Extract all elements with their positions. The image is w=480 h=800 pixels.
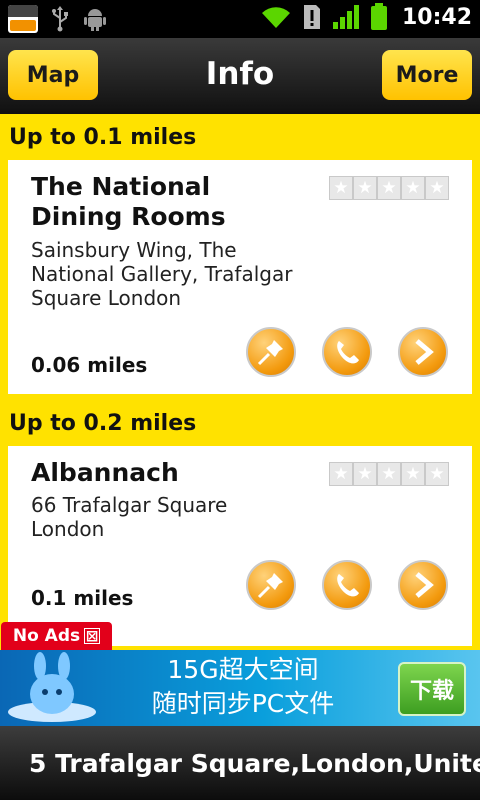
star-icon: ★ — [401, 462, 425, 486]
star-icon: ★ — [377, 176, 401, 200]
call-button[interactable] — [322, 327, 372, 377]
signal-icon — [332, 5, 359, 29]
current-address: 5 Trafalgar Square,London,United — [29, 748, 480, 778]
details-button[interactable] — [398, 327, 448, 377]
place-actions — [246, 327, 448, 377]
star-icon: ★ — [425, 176, 449, 200]
star-icon: ★ — [329, 176, 353, 200]
clock: 10:42 — [401, 4, 472, 30]
phone-icon — [337, 341, 359, 364]
usb-icon — [52, 6, 68, 32]
star-icon: ★ — [401, 176, 425, 200]
call-button[interactable] — [322, 560, 372, 610]
star-icon: ★ — [353, 176, 377, 200]
amazon-apps-icon — [8, 5, 38, 33]
current-address-bar: 5 Trafalgar Square,London,United — [0, 726, 480, 800]
place-card[interactable]: The National Dining Rooms ★ ★ ★ ★ ★ Sain… — [8, 160, 472, 394]
phone-icon — [337, 574, 359, 597]
more-button[interactable]: More — [382, 50, 472, 100]
ad-line-2: 随时同步PC文件 — [151, 689, 335, 718]
place-actions — [246, 560, 448, 610]
place-name: The National Dining Rooms — [31, 172, 226, 231]
no-ads-label: No Ads — [12, 626, 81, 646]
star-icon: ★ — [377, 462, 401, 486]
battery-icon — [370, 3, 387, 30]
status-bar: 10:42 — [0, 0, 480, 38]
place-address: 66 Trafalgar Square London — [31, 493, 228, 541]
section-header: Up to 0.2 miles — [9, 410, 197, 436]
places-list[interactable]: Up to 0.1 miles The National Dining Room… — [0, 114, 480, 650]
details-button[interactable] — [398, 560, 448, 610]
android-debug-icon — [84, 9, 106, 31]
ad-text: 15G超大空间 随时同步PC文件 — [108, 653, 378, 721]
ad-line-1: 15G超大空间 — [167, 655, 319, 684]
place-address: Sainsbury Wing, The National Gallery, Tr… — [31, 238, 293, 310]
star-icon: ★ — [329, 462, 353, 486]
map-button[interactable]: Map — [8, 50, 98, 100]
ad-banner[interactable]: 15G超大空间 随时同步PC文件 下载 — [0, 650, 480, 726]
section-header: Up to 0.1 miles — [9, 124, 197, 150]
page-title: Info — [205, 56, 275, 92]
rating-stars[interactable]: ★ ★ ★ ★ ★ — [329, 176, 449, 200]
title-bar: Map Info More — [0, 38, 480, 114]
wifi-icon — [261, 7, 290, 29]
no-ads-button[interactable]: No Ads ⊠ — [1, 622, 112, 650]
chevron-right-icon — [415, 572, 434, 598]
pin-icon — [257, 340, 283, 366]
pin-button[interactable] — [246, 560, 296, 610]
star-icon: ★ — [353, 462, 377, 486]
rabbit-mascot-icon — [8, 652, 96, 722]
rating-stars[interactable]: ★ ★ ★ ★ ★ — [329, 462, 449, 486]
close-icon: ⊠ — [84, 627, 101, 645]
ad-download-button[interactable]: 下载 — [398, 662, 466, 716]
pin-icon — [257, 573, 283, 599]
place-distance: 0.1 miles — [31, 586, 134, 610]
star-icon: ★ — [425, 462, 449, 486]
place-name: Albannach — [31, 458, 179, 487]
chevron-right-icon — [415, 339, 434, 365]
place-card[interactable]: Albannach ★ ★ ★ ★ ★ 66 Trafalgar Square … — [8, 446, 472, 646]
pin-button[interactable] — [246, 327, 296, 377]
place-distance: 0.06 miles — [31, 353, 148, 377]
sim-alert-icon — [303, 5, 320, 29]
